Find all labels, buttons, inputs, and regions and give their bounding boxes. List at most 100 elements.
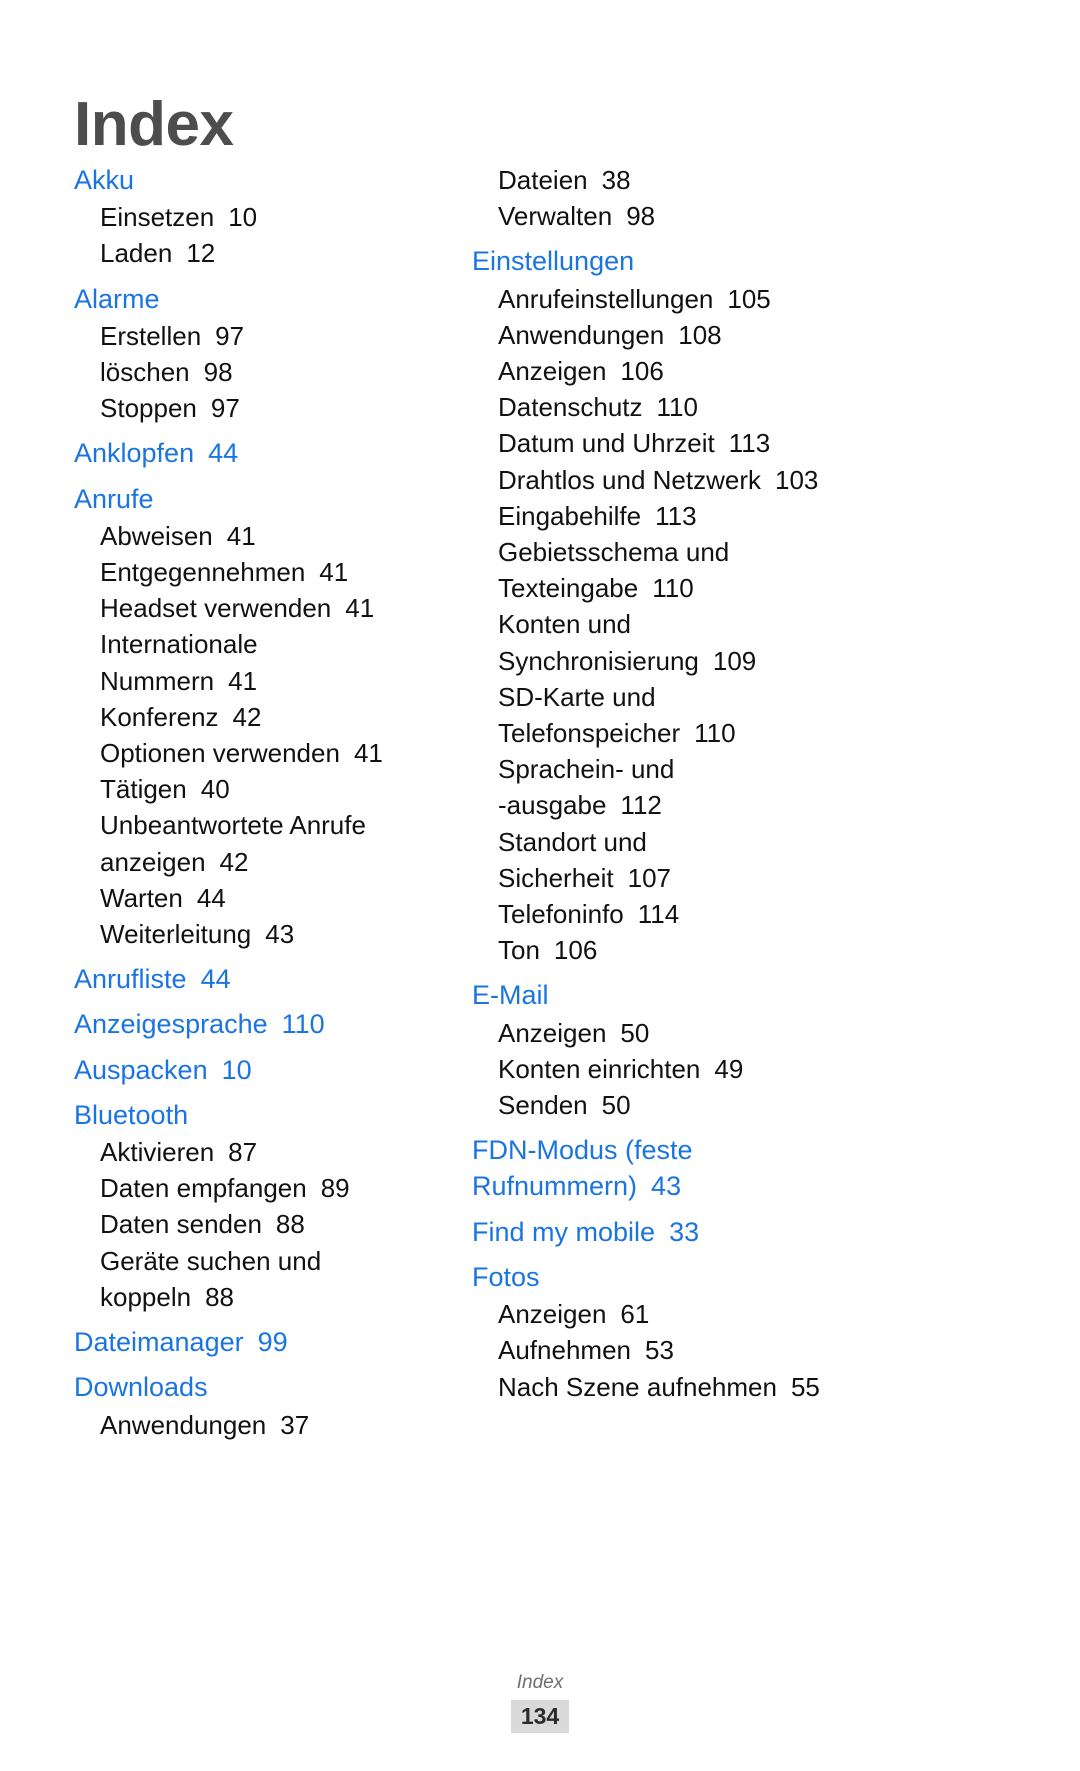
index-entry-label: Datum und Uhrzeit bbox=[498, 428, 715, 459]
index-entry-page-number: 38 bbox=[601, 165, 631, 195]
index-subentry: Anwendungen 108 bbox=[472, 317, 1008, 353]
index-heading: Einstellungen bbox=[472, 243, 1008, 279]
footer-label: Index bbox=[516, 1672, 564, 1693]
index-entry-page-number: 107 bbox=[627, 862, 672, 893]
index-entry-page-number: 114 bbox=[637, 899, 680, 930]
index-entry-label: Stoppen bbox=[100, 393, 197, 424]
index-subentry: Ton 106 bbox=[472, 932, 1008, 968]
index-subentry: Warten 44 bbox=[74, 880, 448, 916]
index-entry-page-number: 49 bbox=[714, 1053, 744, 1084]
index-subentry: Datum und Uhrzeit 113 bbox=[472, 425, 1008, 461]
index-subentry: Headset verwenden 41 bbox=[74, 590, 448, 626]
index-entry-page-number: 113 bbox=[728, 428, 771, 459]
index-entry-page-number: 41 bbox=[226, 520, 256, 551]
index-entry-label: Verwalten bbox=[498, 201, 613, 232]
index-entry-label: Optionen verwenden bbox=[100, 738, 340, 769]
index-entry-page-number: 40 bbox=[200, 774, 230, 805]
index-entry-page-number: 53 bbox=[644, 1335, 674, 1366]
index-entry-page-number: 106 bbox=[620, 356, 664, 387]
index-entry-page-number: 55 bbox=[790, 1371, 820, 1402]
index-subentry: Texteingabe 110 bbox=[472, 570, 1008, 606]
index-entry-page-number: 98 bbox=[203, 357, 233, 388]
index-entry-page-number: 99 bbox=[257, 1327, 288, 1358]
index-subentry: Senden 50 bbox=[472, 1087, 1008, 1123]
index-subentry: Anzeigen 50 bbox=[472, 1015, 1008, 1051]
index-entry-page-number: 41 bbox=[353, 738, 383, 769]
index-entry-page-number: 10 bbox=[228, 202, 258, 233]
index-entry-label: Eingabehilfe bbox=[498, 500, 642, 531]
index-subentry: -ausgabe 112 bbox=[472, 787, 1008, 823]
index-entry-page-number: 87 bbox=[228, 1137, 258, 1168]
index-entry-page-number: 105 bbox=[727, 283, 771, 314]
index-entry-label: Find my mobile bbox=[472, 1216, 656, 1247]
index-entry-label: Senden bbox=[498, 1090, 588, 1121]
index-entry-label: löschen bbox=[100, 357, 190, 388]
index-entry-page-number: 103 bbox=[775, 464, 819, 495]
index-entry-page-number: 43 bbox=[651, 1171, 682, 1202]
index-entry-page-number: 44 bbox=[208, 438, 239, 469]
index-subentry: Anzeigen 106 bbox=[472, 353, 1008, 389]
index-page: Index Akku Einsetzen 10 Laden 12 Alarme Erstel… bbox=[0, 0, 1080, 1771]
index-heading: Alarme bbox=[74, 281, 448, 317]
index-subentry: Konten und bbox=[472, 606, 1008, 642]
index-entry-label: SD-Karte und bbox=[498, 681, 656, 712]
index-entry-page-number: 50 bbox=[601, 1090, 631, 1121]
index-subentry: Konferenz 42 bbox=[74, 699, 448, 735]
index-entry-label: Geräte suchen und bbox=[100, 1245, 322, 1276]
index-entry-page-number: 43 bbox=[265, 919, 295, 950]
index-entry-label: Konten und bbox=[498, 609, 632, 640]
index-subentry: Optionen verwenden 41 bbox=[74, 735, 448, 771]
index-column-right: Dateien 38 Verwalten 98 Einstellungen Anrufei… bbox=[448, 162, 1008, 1405]
index-subentry: Abweisen 41 bbox=[74, 518, 448, 554]
index-subentry: Anwendungen 37 bbox=[74, 1407, 448, 1443]
index-entry-label: Abweisen bbox=[100, 520, 213, 551]
index-subentry: Entgegennehmen 41 bbox=[74, 554, 448, 590]
index-entry-label: Anzeigen bbox=[498, 1299, 607, 1330]
index-entry-label: Anwendungen bbox=[498, 319, 665, 350]
index-subentry: Weiterleitung 43 bbox=[74, 916, 448, 952]
index-entry-page-number: 33 bbox=[669, 1216, 700, 1247]
index-entry-label: Daten senden bbox=[100, 1209, 262, 1240]
index-entry-label: Telefoninfo bbox=[498, 899, 624, 930]
index-heading: Bluetooth bbox=[74, 1097, 448, 1133]
index-heading: Akku bbox=[74, 162, 448, 198]
index-entry-page-number: 106 bbox=[553, 935, 598, 966]
index-entry-page-number: 50 bbox=[620, 1017, 650, 1048]
index-entry-label: Ton bbox=[498, 935, 540, 966]
index-subentry: Aktivieren 87 bbox=[74, 1134, 448, 1170]
index-entry-label: Warten bbox=[100, 882, 183, 913]
index-subentry: Dateien 38 bbox=[472, 162, 1008, 198]
index-entry-label: Drahtlos und Netzwerk bbox=[498, 464, 761, 495]
index-subentry: Daten empfangen 89 bbox=[74, 1170, 448, 1206]
index-heading: Anzeigesprache 110 bbox=[74, 1006, 448, 1042]
index-subentry: Aufnehmen 53 bbox=[472, 1332, 1008, 1368]
index-entry-label: Headset verwenden bbox=[100, 593, 332, 624]
index-entry-label: Konten einrichten bbox=[498, 1053, 701, 1084]
index-entry-label: Anwendungen bbox=[100, 1409, 267, 1440]
page-number-badge: 134 bbox=[510, 1700, 570, 1733]
index-entry-page-number: 12 bbox=[186, 238, 216, 269]
index-entry-label: Daten empfangen bbox=[100, 1173, 307, 1204]
index-heading: Dateimanager 99 bbox=[74, 1324, 448, 1360]
index-entry-label: Einsetzen bbox=[100, 202, 215, 233]
index-entry-label: Fotos bbox=[472, 1261, 540, 1292]
index-subentry: Konten einrichten 49 bbox=[472, 1051, 1008, 1087]
index-subentry: Anrufeinstellungen 105 bbox=[472, 281, 1008, 317]
index-entry-page-number: 61 bbox=[620, 1299, 650, 1330]
index-entry-label: Anrufe bbox=[74, 483, 154, 514]
index-subentry: SD-Karte und bbox=[472, 679, 1008, 715]
index-entry-page-number: 110 bbox=[656, 392, 698, 423]
index-entry-page-number: 110 bbox=[694, 718, 736, 749]
index-entry-page-number: 88 bbox=[205, 1281, 234, 1312]
index-subentry: Sprachein- und bbox=[472, 751, 1008, 787]
index-entry-page-number: 112 bbox=[620, 790, 662, 821]
index-entry-page-number: 110 bbox=[281, 1009, 325, 1040]
index-entry-page-number: 44 bbox=[200, 964, 231, 995]
index-subentry: Telefonspeicher 110 bbox=[472, 715, 1008, 751]
index-subentry: löschen 98 bbox=[74, 354, 448, 390]
index-entry-page-number: 44 bbox=[196, 882, 226, 913]
index-entry-label: Nach Szene aufnehmen bbox=[498, 1371, 777, 1402]
index-subentry: Internationale bbox=[74, 626, 448, 662]
index-entry-page-number: 10 bbox=[221, 1054, 252, 1085]
index-entry-page-number: 97 bbox=[215, 320, 245, 351]
